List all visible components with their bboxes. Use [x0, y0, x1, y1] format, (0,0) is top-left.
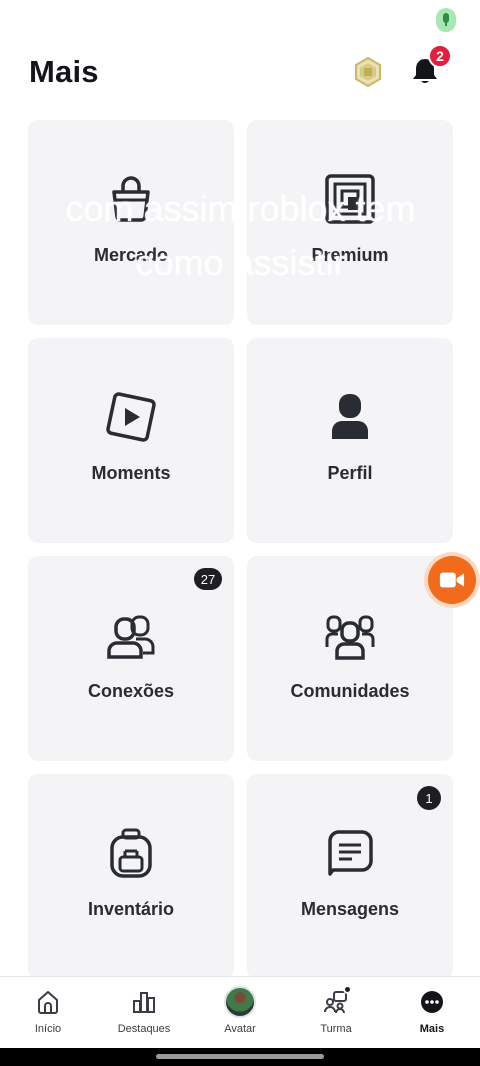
- avatar: [224, 986, 256, 1018]
- home-indicator[interactable]: [156, 1054, 324, 1059]
- nav-label: Destaques: [117, 1023, 171, 1035]
- nav-item-mais[interactable]: Mais: [384, 977, 480, 1049]
- backpack-icon: [110, 828, 152, 878]
- tile-label: Comunidades: [290, 681, 410, 701]
- tile-conexoes[interactable]: 27 Conexões: [28, 556, 234, 761]
- communities-icon: [325, 615, 375, 660]
- screen-record-button[interactable]: [428, 556, 476, 604]
- tile-comunidades[interactable]: Comunidades: [247, 556, 453, 761]
- tile-label: Perfil: [327, 463, 373, 483]
- tile-inventario[interactable]: Inventário: [28, 774, 234, 979]
- bottom-nav: Início Destaques Avatar Turma Mais: [0, 976, 480, 1048]
- message-icon: [328, 830, 373, 876]
- nav-item-inicio[interactable]: Início: [0, 977, 96, 1049]
- moments-play-icon: [106, 392, 156, 442]
- turma-indicator-dot: [343, 985, 352, 994]
- tile-mensagens[interactable]: 1 Mensagens: [247, 774, 453, 979]
- more-grid: Mercado Premium Moments Perfil 27 Conexõ…: [28, 120, 453, 979]
- home-icon: [38, 991, 58, 1014]
- tile-label: Conexões: [87, 681, 175, 701]
- tile-label: Moments: [91, 463, 171, 483]
- header: Mais 2: [0, 44, 480, 100]
- profile-icon: [332, 394, 368, 439]
- nav-label: Turma: [320, 1023, 352, 1035]
- nav-item-avatar[interactable]: Avatar: [192, 977, 288, 1049]
- connections-icon: [107, 615, 155, 659]
- nav-label: Avatar: [224, 1023, 256, 1035]
- premium-icon: [325, 174, 375, 224]
- more-icon: [421, 991, 443, 1013]
- video-camera-icon: [439, 572, 465, 588]
- charts-icon: [133, 992, 155, 1013]
- messages-count-badge: 1: [417, 786, 441, 810]
- robux-icon: [355, 56, 381, 88]
- nav-label: Mais: [419, 1023, 445, 1035]
- tile-label: Mercado: [93, 245, 169, 265]
- robux-button[interactable]: [352, 56, 384, 88]
- tile-moments[interactable]: Moments: [28, 338, 234, 543]
- tile-mercado[interactable]: Mercado: [28, 120, 234, 325]
- page-title: Mais: [29, 54, 99, 89]
- tile-label: Mensagens: [300, 899, 400, 919]
- tile-label: Inventário: [87, 899, 175, 919]
- nav-item-destaques[interactable]: Destaques: [96, 977, 192, 1049]
- tile-perfil[interactable]: Perfil: [247, 338, 453, 543]
- nav-label: Início: [34, 1023, 62, 1035]
- connections-count-badge: 27: [194, 568, 222, 590]
- mic-indicator-icon: [436, 8, 456, 32]
- tile-premium[interactable]: Premium: [247, 120, 453, 325]
- notification-badge: 2: [428, 44, 452, 68]
- shopping-bag-icon: [112, 176, 150, 222]
- tile-label: Premium: [311, 245, 389, 265]
- nav-item-turma[interactable]: Turma: [288, 977, 384, 1049]
